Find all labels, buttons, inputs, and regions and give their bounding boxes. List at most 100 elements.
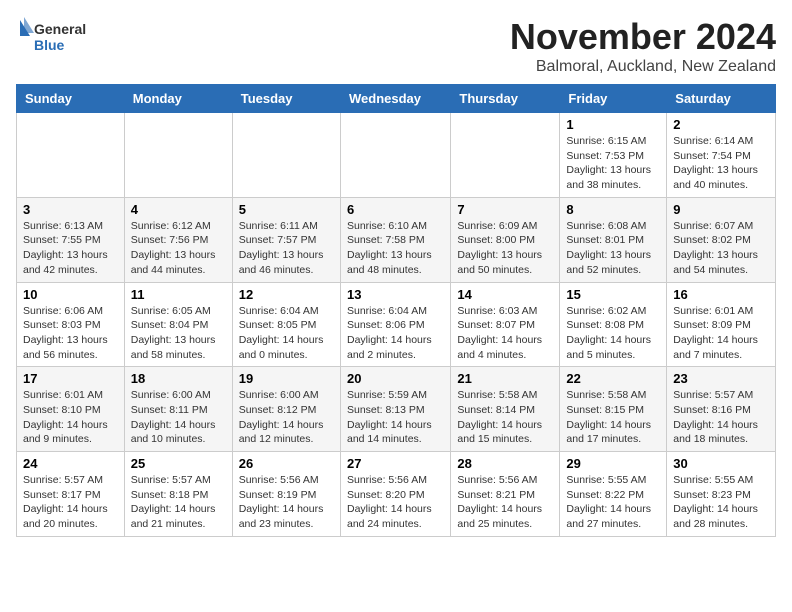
- day-number: 27: [347, 456, 444, 471]
- calendar-cell: 28 Sunrise: 5:56 AM Sunset: 8:21 PM Dayli…: [451, 452, 560, 537]
- day-info: Sunrise: 6:10 AM Sunset: 7:58 PM Dayligh…: [347, 219, 444, 278]
- main-title: November 2024: [510, 16, 776, 58]
- header: General Blue November 2024 Balmoral, Auc…: [16, 16, 776, 76]
- day-info: Sunrise: 5:58 AM Sunset: 8:14 PM Dayligh…: [457, 388, 553, 447]
- calendar-cell: 1Sunrise: 6:15 AM Sunset: 7:53 PM Daylig…: [560, 113, 667, 198]
- calendar-cell: [124, 113, 232, 198]
- day-number: 19: [239, 371, 334, 386]
- calendar-week-4: 17 Sunrise: 6:01 AM Sunset: 8:10 PM Dayli…: [17, 367, 776, 452]
- calendar-cell: 18 Sunrise: 6:00 AM Sunset: 8:11 PM Dayli…: [124, 367, 232, 452]
- day-info: Sunrise: 5:56 AM Sunset: 8:19 PM Dayligh…: [239, 473, 334, 532]
- day-info: Sunrise: 6:15 AM Sunset: 7:53 PM Dayligh…: [566, 134, 660, 193]
- day-info: Sunrise: 6:11 AM Sunset: 7:57 PM Dayligh…: [239, 219, 334, 278]
- day-info: Sunrise: 6:13 AM Sunset: 7:55 PM Dayligh…: [23, 219, 118, 278]
- calendar-cell: [232, 113, 340, 198]
- calendar-cell: 25 Sunrise: 5:57 AM Sunset: 8:18 PM Dayli…: [124, 452, 232, 537]
- day-number: 29: [566, 456, 660, 471]
- day-info: Sunrise: 5:59 AM Sunset: 8:13 PM Dayligh…: [347, 388, 444, 447]
- day-info: Sunrise: 6:00 AM Sunset: 8:12 PM Dayligh…: [239, 388, 334, 447]
- day-info: Sunrise: 6:09 AM Sunset: 8:00 PM Dayligh…: [457, 219, 553, 278]
- day-number: 4: [131, 202, 226, 217]
- day-number: 2: [673, 117, 769, 132]
- day-info: Sunrise: 6:01 AM Sunset: 8:10 PM Dayligh…: [23, 388, 118, 447]
- day-info: Sunrise: 6:00 AM Sunset: 8:11 PM Dayligh…: [131, 388, 226, 447]
- day-info: Sunrise: 6:02 AM Sunset: 8:08 PM Dayligh…: [566, 304, 660, 363]
- calendar-week-3: 10 Sunrise: 6:06 AM Sunset: 8:03 PM Dayli…: [17, 282, 776, 367]
- day-number: 30: [673, 456, 769, 471]
- calendar-cell: 7 Sunrise: 6:09 AM Sunset: 8:00 PM Daylig…: [451, 197, 560, 282]
- weekday-header-sunday: Sunday: [17, 85, 125, 113]
- calendar-cell: 30Sunrise: 5:55 AM Sunset: 8:23 PM Dayli…: [667, 452, 776, 537]
- day-number: 6: [347, 202, 444, 217]
- day-info: Sunrise: 5:57 AM Sunset: 8:18 PM Dayligh…: [131, 473, 226, 532]
- weekday-header-wednesday: Wednesday: [340, 85, 450, 113]
- calendar-cell: 19 Sunrise: 6:00 AM Sunset: 8:12 PM Dayli…: [232, 367, 340, 452]
- day-number: 26: [239, 456, 334, 471]
- weekday-header-saturday: Saturday: [667, 85, 776, 113]
- calendar-cell: 15Sunrise: 6:02 AM Sunset: 8:08 PM Dayli…: [560, 282, 667, 367]
- weekday-header-tuesday: Tuesday: [232, 85, 340, 113]
- day-number: 16: [673, 287, 769, 302]
- day-info: Sunrise: 5:58 AM Sunset: 8:15 PM Dayligh…: [566, 388, 660, 447]
- weekday-header-thursday: Thursday: [451, 85, 560, 113]
- day-number: 8: [566, 202, 660, 217]
- calendar-cell: 23 Sunrise: 5:57 AM Sunset: 8:16 PM Dayli…: [667, 367, 776, 452]
- calendar-cell: 21 Sunrise: 5:58 AM Sunset: 8:14 PM Dayli…: [451, 367, 560, 452]
- calendar-week-2: 3 Sunrise: 6:13 AM Sunset: 7:55 PM Daylig…: [17, 197, 776, 282]
- calendar-cell: 11Sunrise: 6:05 AM Sunset: 8:04 PM Dayli…: [124, 282, 232, 367]
- svg-text:Blue: Blue: [34, 37, 65, 53]
- day-info: Sunrise: 6:14 AM Sunset: 7:54 PM Dayligh…: [673, 134, 769, 193]
- day-number: 21: [457, 371, 553, 386]
- calendar-cell: 27 Sunrise: 5:56 AM Sunset: 8:20 PM Dayli…: [340, 452, 450, 537]
- day-number: 17: [23, 371, 118, 386]
- title-area: November 2024 Balmoral, Auckland, New Ze…: [510, 16, 776, 76]
- calendar-cell: 16 Sunrise: 6:01 AM Sunset: 8:09 PM Dayli…: [667, 282, 776, 367]
- calendar-cell: 8 Sunrise: 6:08 AM Sunset: 8:01 PM Daylig…: [560, 197, 667, 282]
- day-number: 7: [457, 202, 553, 217]
- day-number: 10: [23, 287, 118, 302]
- calendar-cell: 24Sunrise: 5:57 AM Sunset: 8:17 PM Dayli…: [17, 452, 125, 537]
- day-info: Sunrise: 6:01 AM Sunset: 8:09 PM Dayligh…: [673, 304, 769, 363]
- day-info: Sunrise: 5:57 AM Sunset: 8:16 PM Dayligh…: [673, 388, 769, 447]
- day-number: 23: [673, 371, 769, 386]
- calendar-cell: [340, 113, 450, 198]
- day-number: 24: [23, 456, 118, 471]
- day-number: 28: [457, 456, 553, 471]
- weekday-header-friday: Friday: [560, 85, 667, 113]
- day-info: Sunrise: 6:04 AM Sunset: 8:06 PM Dayligh…: [347, 304, 444, 363]
- logo: General Blue: [16, 16, 96, 56]
- day-number: 14: [457, 287, 553, 302]
- svg-text:General: General: [34, 21, 86, 37]
- subtitle: Balmoral, Auckland, New Zealand: [510, 58, 776, 76]
- calendar-week-1: 1Sunrise: 6:15 AM Sunset: 7:53 PM Daylig…: [17, 113, 776, 198]
- day-number: 25: [131, 456, 226, 471]
- calendar-cell: 22Sunrise: 5:58 AM Sunset: 8:15 PM Dayli…: [560, 367, 667, 452]
- day-number: 9: [673, 202, 769, 217]
- day-number: 18: [131, 371, 226, 386]
- day-info: Sunrise: 5:56 AM Sunset: 8:21 PM Dayligh…: [457, 473, 553, 532]
- day-number: 20: [347, 371, 444, 386]
- calendar-week-5: 24Sunrise: 5:57 AM Sunset: 8:17 PM Dayli…: [17, 452, 776, 537]
- day-number: 5: [239, 202, 334, 217]
- calendar-cell: 6 Sunrise: 6:10 AM Sunset: 7:58 PM Daylig…: [340, 197, 450, 282]
- day-info: Sunrise: 6:07 AM Sunset: 8:02 PM Dayligh…: [673, 219, 769, 278]
- calendar-cell: 2 Sunrise: 6:14 AM Sunset: 7:54 PM Daylig…: [667, 113, 776, 198]
- day-info: Sunrise: 6:08 AM Sunset: 8:01 PM Dayligh…: [566, 219, 660, 278]
- calendar-cell: 17 Sunrise: 6:01 AM Sunset: 8:10 PM Dayli…: [17, 367, 125, 452]
- day-number: 3: [23, 202, 118, 217]
- calendar-cell: 20 Sunrise: 5:59 AM Sunset: 8:13 PM Dayli…: [340, 367, 450, 452]
- calendar-cell: 12Sunrise: 6:04 AM Sunset: 8:05 PM Dayli…: [232, 282, 340, 367]
- calendar-cell: [17, 113, 125, 198]
- calendar-cell: 14Sunrise: 6:03 AM Sunset: 8:07 PM Dayli…: [451, 282, 560, 367]
- logo-svg: General Blue: [16, 16, 96, 56]
- calendar-cell: 10 Sunrise: 6:06 AM Sunset: 8:03 PM Dayli…: [17, 282, 125, 367]
- calendar: SundayMondayTuesdayWednesdayThursdayFrid…: [16, 84, 776, 537]
- calendar-cell: 29Sunrise: 5:55 AM Sunset: 8:22 PM Dayli…: [560, 452, 667, 537]
- day-info: Sunrise: 6:06 AM Sunset: 8:03 PM Dayligh…: [23, 304, 118, 363]
- calendar-cell: 9 Sunrise: 6:07 AM Sunset: 8:02 PM Daylig…: [667, 197, 776, 282]
- day-info: Sunrise: 5:56 AM Sunset: 8:20 PM Dayligh…: [347, 473, 444, 532]
- calendar-header: SundayMondayTuesdayWednesdayThursdayFrid…: [17, 85, 776, 113]
- calendar-cell: 5 Sunrise: 6:11 AM Sunset: 7:57 PM Daylig…: [232, 197, 340, 282]
- calendar-cell: 4Sunrise: 6:12 AM Sunset: 7:56 PM Daylig…: [124, 197, 232, 282]
- day-number: 11: [131, 287, 226, 302]
